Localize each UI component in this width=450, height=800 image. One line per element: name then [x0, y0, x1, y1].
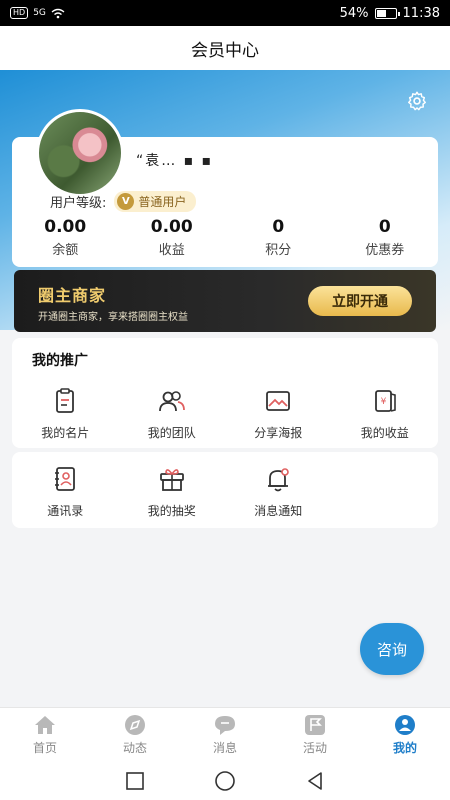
battery-icon — [374, 7, 400, 19]
merchant-title: 圈主商家 — [38, 286, 107, 305]
vip-icon: V — [117, 193, 135, 210]
settings-gear-icon[interactable] — [406, 90, 428, 112]
user-level-label: 用户等级: — [50, 196, 107, 211]
chat-icon — [215, 716, 235, 735]
page-title: 会员中心 — [191, 40, 259, 61]
nav-label: 活动 — [302, 741, 327, 755]
stat-label: 收益 — [158, 243, 185, 258]
user-level-badge: V 普通用户 — [114, 191, 197, 212]
home-circle-icon[interactable] — [214, 770, 236, 792]
grid-label: 我的收益 — [360, 426, 409, 440]
flag-icon — [305, 715, 325, 735]
wifi-icon — [51, 8, 65, 18]
avatar[interactable] — [36, 109, 124, 197]
home-icon — [35, 716, 55, 734]
grid-label: 消息通知 — [254, 504, 303, 518]
notifications-button[interactable]: 消息通知 — [225, 464, 332, 519]
promotion-section: 我的推广 我的名片 我的团队 分享海报 ¥ 我的收益 — [12, 338, 438, 448]
merchant-banner[interactable]: 圈主商家 开通圈主商家，享来搭圈圈主权益 立即开通 — [14, 270, 436, 332]
status-left: HD 5G — [10, 7, 65, 19]
image-icon — [266, 391, 291, 411]
contacts-icon — [55, 467, 76, 491]
status-bar: HD 5G 54% 11:38 — [0, 0, 450, 26]
consult-button[interactable]: 咨询 — [360, 623, 424, 675]
clock: 11:38 — [402, 5, 440, 21]
compass-icon — [125, 715, 145, 735]
profile-card: “袁… ▪ ▪ 用户等级: V 普通用户 0.00 余额 0.00 收益 0 积… — [12, 109, 438, 267]
stat-label: 积分 — [265, 243, 292, 258]
stat-coupons[interactable]: 0 优惠券 — [332, 217, 439, 258]
team-icon — [158, 391, 185, 412]
status-right: 54% 11:38 — [340, 6, 440, 21]
svg-text:¥: ¥ — [380, 397, 386, 407]
tools-grid: 通讯录 我的抽奖 消息通知 — [12, 464, 438, 519]
back-icon[interactable] — [305, 771, 325, 791]
income-icon: ¥ — [374, 390, 396, 412]
nav-label: 动态 — [122, 741, 147, 755]
nav-profile[interactable]: 我的 — [360, 708, 450, 762]
nav-activities[interactable]: 活动 — [270, 708, 360, 762]
nav-feed[interactable]: 动态 — [90, 708, 180, 762]
stat-value: 0 — [378, 217, 391, 237]
my-team-button[interactable]: 我的团队 — [119, 386, 226, 441]
promotion-title: 我的推广 — [32, 353, 88, 369]
merchant-subtitle: 开通圈主商家，享来搭圈圈主权益 — [38, 312, 188, 323]
grid-label: 我的抽奖 — [147, 504, 196, 518]
user-level-value: 普通用户 — [138, 195, 187, 209]
grid-label: 我的名片 — [41, 426, 90, 440]
gift-icon — [159, 469, 184, 491]
nav-label: 我的 — [392, 741, 417, 755]
bell-icon — [268, 468, 290, 492]
nav-messages[interactable]: 消息 — [180, 708, 270, 762]
battery-percent: 54% — [339, 5, 369, 21]
stat-points[interactable]: 0 积分 — [225, 217, 332, 258]
username: “袁… ▪ ▪ — [136, 153, 214, 169]
system-navigation — [0, 762, 450, 800]
user-level-row: 用户等级: V 普通用户 — [50, 191, 197, 212]
lottery-button[interactable]: 我的抽奖 — [119, 464, 226, 519]
battery-fill — [376, 9, 386, 17]
nav-home[interactable]: 首页 — [0, 708, 90, 762]
stat-label: 余额 — [52, 243, 79, 258]
stat-earnings[interactable]: 0.00 收益 — [119, 217, 226, 258]
grid-label: 通讯录 — [47, 504, 84, 518]
stat-value: 0.00 — [44, 217, 87, 237]
recents-icon[interactable] — [125, 771, 145, 791]
tools-section: 通讯录 我的抽奖 消息通知 — [12, 452, 438, 528]
clipboard-icon — [56, 388, 75, 413]
stat-label: 优惠券 — [365, 243, 405, 258]
bottom-nav: 首页 动态 消息 活动 我的 — [0, 707, 450, 762]
activate-merchant-button[interactable]: 立即开通 — [308, 286, 412, 316]
stat-value: 0.00 — [150, 217, 193, 237]
my-income-button[interactable]: ¥ 我的收益 — [332, 386, 439, 441]
nav-label: 消息 — [212, 741, 237, 755]
nav-label: 首页 — [32, 741, 57, 755]
grid-label: 我的团队 — [147, 426, 196, 440]
promotion-grid: 我的名片 我的团队 分享海报 ¥ 我的收益 — [12, 386, 438, 441]
signal-indicator: 5G — [33, 8, 46, 18]
hd-indicator: HD — [10, 7, 29, 19]
contacts-button[interactable]: 通讯录 — [12, 464, 119, 519]
share-poster-button[interactable]: 分享海报 — [225, 386, 332, 441]
user-icon — [395, 715, 415, 735]
my-card-button[interactable]: 我的名片 — [12, 386, 119, 441]
title-bar: 会员中心 — [0, 26, 450, 70]
grid-label: 分享海报 — [254, 426, 303, 440]
stat-balance[interactable]: 0.00 余额 — [12, 217, 119, 258]
stat-value: 0 — [272, 217, 285, 237]
stats-row: 0.00 余额 0.00 收益 0 积分 0 优惠券 — [12, 217, 438, 258]
